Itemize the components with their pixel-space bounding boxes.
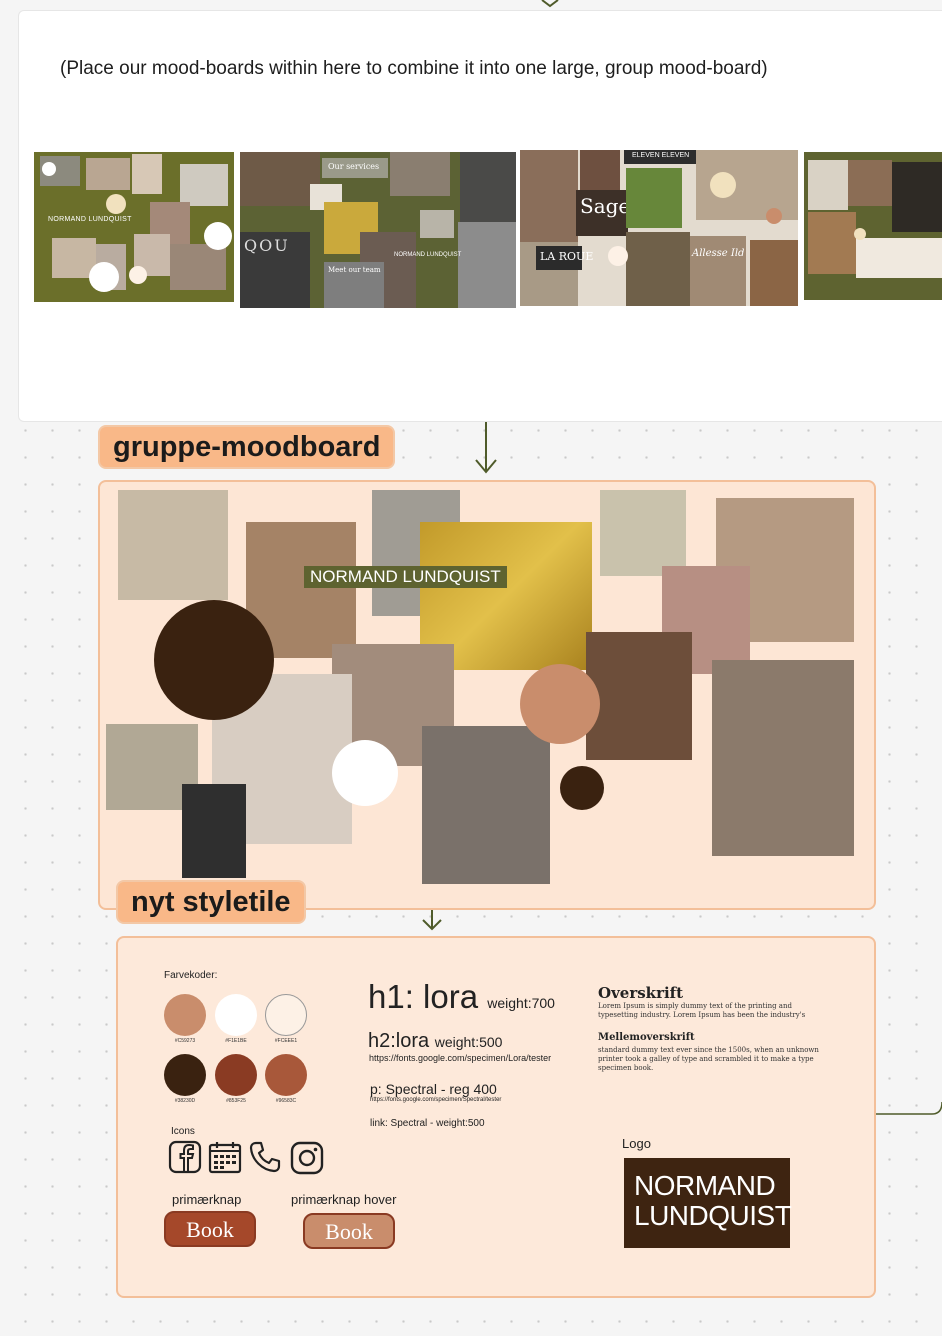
hex-code: #F1E1BE xyxy=(225,1038,247,1044)
color-circle xyxy=(520,664,600,744)
color-swatch-photo xyxy=(586,632,692,760)
brand-logo: NORMAND LUNDQUIST xyxy=(624,1158,792,1248)
connector-line xyxy=(876,1101,942,1115)
services-text: Our services xyxy=(328,162,380,171)
color-circle xyxy=(560,766,604,810)
primary-button-label: primærknap xyxy=(172,1192,242,1207)
hover-button-label: primærknap hover xyxy=(291,1192,397,1207)
sample-heading: Overskrift xyxy=(598,984,684,1002)
styletile-label[interactable]: nyt styletile xyxy=(116,880,306,924)
arrow-head-top xyxy=(541,0,559,8)
moodboard-1[interactable]: NORMAND LUNDQUIST xyxy=(34,152,234,302)
colors-title: Farvekoder: xyxy=(164,970,218,981)
brand-logo-text: NORMAND LUNDQUIST xyxy=(304,566,507,588)
fabric-photo xyxy=(600,490,686,576)
arrow-down-icon xyxy=(475,422,497,474)
board-logo-text: NORMAND LUNDQUIST xyxy=(394,252,462,258)
color-circle xyxy=(332,740,398,806)
board-logo-text: NORMAND LUNDQUIST xyxy=(48,216,132,223)
h2-sample: h2:lora weight:500 xyxy=(368,1030,503,1052)
color-swatch xyxy=(265,994,307,1036)
logo-label: Logo xyxy=(622,1136,651,1151)
spectral-link[interactable]: https://fonts.google.com/specimen/Spectr… xyxy=(370,1097,501,1103)
scissors-photo xyxy=(182,784,246,878)
group-moodboard-label[interactable]: gruppe-moodboard xyxy=(98,425,396,469)
brand-text: ELEVEN ELEVEN xyxy=(632,152,690,159)
styling-photo xyxy=(422,726,550,884)
color-swatch xyxy=(164,1054,206,1096)
highlights-photo xyxy=(712,660,854,856)
hex-code: #38230D xyxy=(174,1098,196,1104)
calendar-icon[interactable] xyxy=(208,1140,242,1174)
color-swatch xyxy=(265,1054,307,1096)
salon-photo xyxy=(118,490,228,600)
hex-code: #96583C xyxy=(275,1098,297,1104)
logo-line: LUNDQUIST xyxy=(634,1200,792,1231)
frame-instruction: (Place our mood-boards within here to co… xyxy=(60,58,768,79)
brand-text: LA ROUE xyxy=(540,250,594,263)
color-circle xyxy=(154,600,274,720)
arrow-down-icon xyxy=(422,910,442,931)
logo-line: NORMAND xyxy=(634,1170,776,1201)
team-text: Meet our team xyxy=(328,266,381,274)
book-button[interactable]: Book xyxy=(164,1211,256,1247)
brand-text: Allesse Ild xyxy=(692,248,745,259)
color-swatch xyxy=(215,1054,257,1096)
link-sample: link: Spectral - weight:500 xyxy=(370,1118,485,1129)
color-swatch xyxy=(215,994,257,1036)
icons-label: Icons xyxy=(171,1126,195,1137)
h1-sample: h1: lora weight:700 xyxy=(368,978,555,1015)
sample-subheading: Mellemoverskrift xyxy=(598,1032,695,1043)
p-sample: p: Spectral - reg 400 xyxy=(370,1081,497,1097)
sample-body: Lorem Ipsum is simply dummy text of the … xyxy=(598,1002,806,1019)
hex-code: #FCEEE1 xyxy=(274,1038,298,1044)
book-button-hover[interactable]: Book xyxy=(303,1213,395,1249)
instagram-icon[interactable] xyxy=(290,1141,324,1175)
color-swatch xyxy=(164,994,206,1036)
facebook-icon[interactable] xyxy=(168,1140,202,1174)
hex-code: #C59273 xyxy=(174,1038,196,1044)
brand-text: Sage xyxy=(580,194,631,218)
moodboard-4[interactable] xyxy=(804,152,942,300)
phone-icon[interactable] xyxy=(248,1140,282,1174)
magazine-text: QOU xyxy=(244,236,290,255)
lora-link[interactable]: https://fonts.google.com/specimen/Lora/t… xyxy=(369,1053,551,1063)
sample-body: standard dummy text ever since the 1500s… xyxy=(598,1046,819,1072)
moodboard-3[interactable]: ELEVEN ELEVEN Sage LA ROUE Allesse Ild xyxy=(520,150,798,306)
moodboard-2[interactable]: Our services QOU Meet our team NORMAND L… xyxy=(240,152,516,308)
hex-code: #853F25 xyxy=(226,1098,246,1104)
